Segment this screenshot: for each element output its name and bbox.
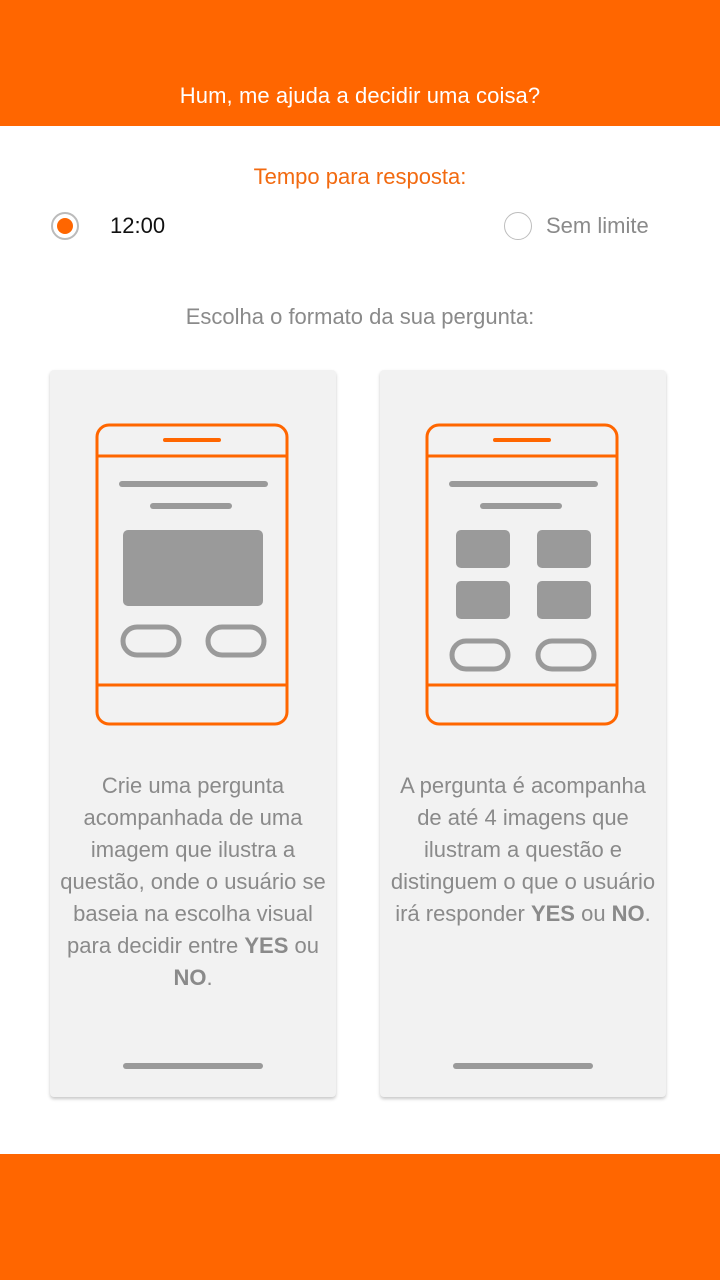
format-card-single-image[interactable]: Crie uma pergunta acompanhada de uma ima…: [50, 370, 336, 1097]
radio-no-limit[interactable]: [504, 212, 532, 240]
response-time-label: Tempo para resposta:: [253, 164, 467, 189]
radio-time-limit-label[interactable]: 12:00: [110, 206, 165, 246]
radio-no-limit-label[interactable]: Sem limite: [546, 206, 649, 246]
format-card-four-images-description: A pergunta é acompanha de até 4 imagens …: [390, 773, 656, 926]
phone-four-images-icon: [425, 423, 619, 726]
page-title: Hum, me ajuda a decidir uma coisa?: [179, 83, 541, 108]
response-time-options: 12:00 Sem limite: [0, 206, 720, 246]
format-card-single-image-description: Crie uma pergunta acompanhada de uma ima…: [60, 773, 326, 990]
card-handle-bar: [453, 1063, 593, 1069]
format-prompt-label: Escolha o formato da sua pergunta:: [185, 304, 535, 329]
card-handle-bar: [123, 1063, 263, 1069]
radio-time-limit[interactable]: [51, 212, 79, 240]
header-bar: Hum, me ajuda a decidir uma coisa?: [0, 0, 720, 126]
phone-single-image-icon: [95, 423, 289, 726]
footer-bar: [0, 1154, 720, 1280]
format-card-four-images[interactable]: A pergunta é acompanha de até 4 imagens …: [380, 370, 666, 1097]
